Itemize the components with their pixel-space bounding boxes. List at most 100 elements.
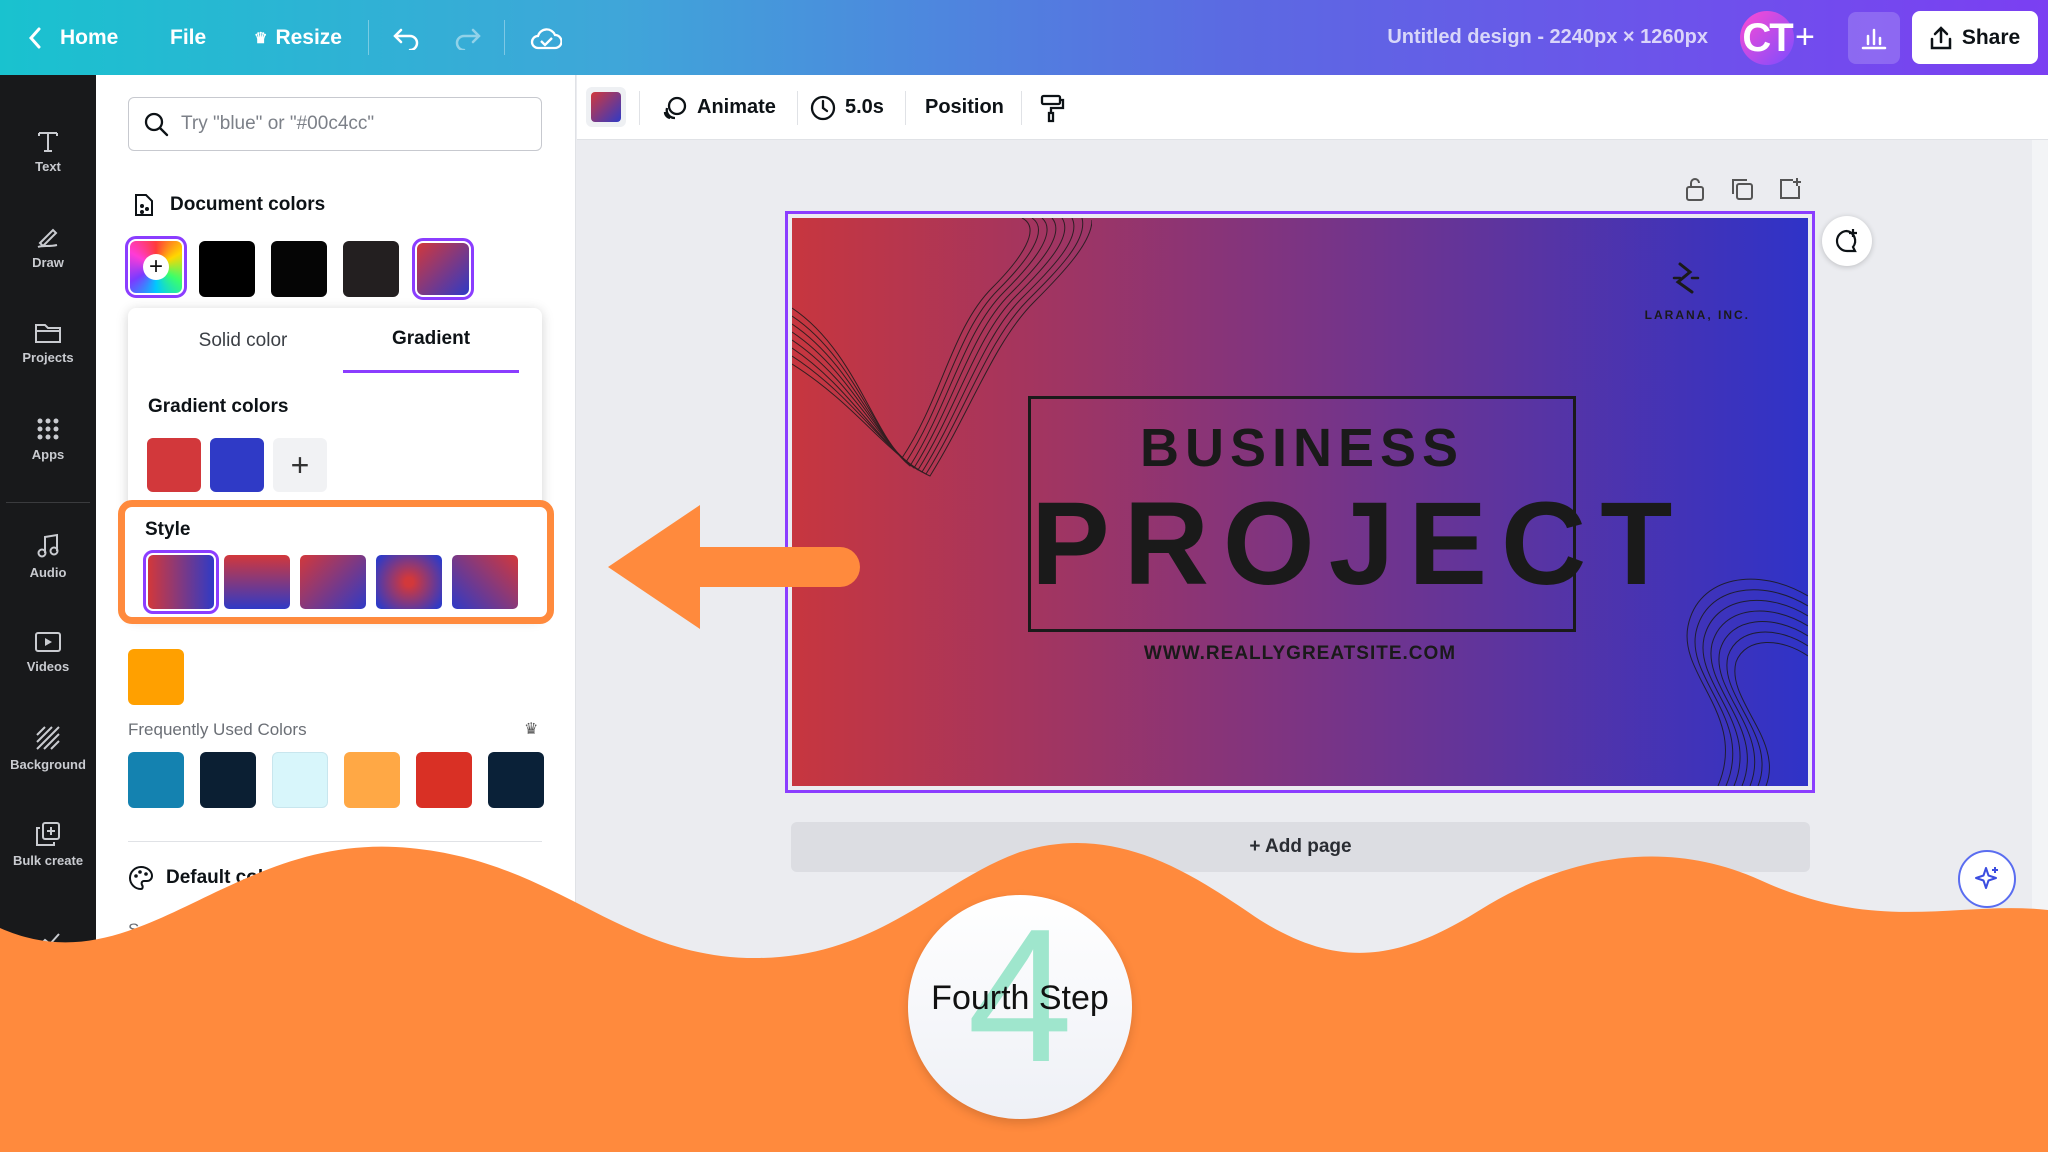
color-button[interactable]: [586, 87, 626, 127]
rail-item-label: Background: [10, 756, 86, 772]
rail-item-projects[interactable]: Projects: [0, 303, 96, 383]
save-status-button[interactable]: [530, 0, 562, 75]
tab-gradient[interactable]: Gradient: [343, 308, 519, 373]
home-button[interactable]: Home: [28, 0, 118, 75]
document-title[interactable]: Untitled design - 2240px × 1260px: [1387, 0, 1708, 75]
redo-button[interactable]: [454, 0, 482, 75]
current-color-swatch: [591, 92, 621, 122]
comment-plus-icon: [1835, 229, 1857, 253]
paint-roller-icon: [1040, 94, 1065, 122]
style-radial[interactable]: [376, 555, 442, 609]
add-comment-button[interactable]: [1822, 216, 1872, 266]
search-icon: [144, 112, 169, 137]
share-label: Share: [1961, 25, 2021, 49]
animate-button[interactable]: Animate: [661, 75, 776, 140]
rail-item-label: Audio: [29, 564, 67, 580]
add-page-icon[interactable]: [1777, 176, 1803, 202]
style-linear-horizontal[interactable]: [143, 550, 219, 614]
step-badge: 4 Fourth Step: [908, 895, 1132, 1119]
pointing-arrow: [608, 505, 860, 629]
website-url[interactable]: WWW.REALLYGREATSITE.COM: [792, 643, 1808, 665]
style-linear-diagonal[interactable]: [300, 555, 366, 609]
frequent-colors-title: Frequently Used Colors: [128, 720, 307, 739]
gradient-style-highlight: Style: [118, 500, 554, 624]
crown-icon: ♛: [254, 29, 268, 47]
frequent-color-swatch[interactable]: [344, 752, 400, 808]
bar-chart-icon: [1861, 28, 1887, 50]
duration-label: 5.0s: [845, 96, 884, 118]
design-background[interactable]: LARANA, INC. BUSINESS PROJECT WWW.REALLY…: [792, 218, 1808, 786]
copy-style-button[interactable]: [1039, 75, 1065, 140]
heading-project[interactable]: PROJECT: [1031, 485, 1672, 603]
apps-grid-icon: [37, 418, 59, 439]
divider: [504, 20, 505, 55]
company-logo-icon: [1672, 262, 1700, 294]
background-icon: [36, 725, 60, 750]
gradient-color-stop[interactable]: [147, 438, 201, 492]
frequent-color-swatch[interactable]: [128, 752, 184, 808]
avatar[interactable]: CT: [1740, 11, 1794, 65]
document-color-swatch[interactable]: [271, 241, 327, 297]
lock-icon[interactable]: [1683, 176, 1707, 202]
frequent-color-swatch[interactable]: [416, 752, 472, 808]
color-search-input[interactable]: [181, 113, 521, 135]
style-linear-reverse-diagonal[interactable]: [452, 555, 518, 609]
music-note-icon: [37, 533, 59, 557]
step-label: Fourth Step: [931, 979, 1109, 1017]
add-gradient-color-button[interactable]: +: [273, 438, 327, 492]
undo-icon: [393, 28, 419, 50]
divider: [797, 91, 798, 125]
vertical-scrollbar[interactable]: [2032, 140, 2048, 910]
style-linear-vertical[interactable]: [224, 555, 290, 609]
duration-button[interactable]: 5.0s: [809, 75, 884, 140]
add-color-button[interactable]: +: [125, 236, 187, 298]
clock-icon: [810, 95, 836, 120]
animate-label: Animate: [697, 96, 776, 118]
position-label: Position: [925, 96, 1004, 118]
rail-item-label: Videos: [26, 658, 70, 674]
file-label: File: [170, 25, 207, 49]
rail-item-audio[interactable]: Audio: [0, 516, 96, 596]
title-frame[interactable]: BUSINESS PROJECT: [1028, 396, 1672, 632]
add-collaborator-icon[interactable]: +: [1795, 18, 1815, 57]
position-button[interactable]: Position: [925, 75, 1004, 140]
home-label: Home: [60, 25, 119, 49]
rail-item-text[interactable]: Text: [0, 111, 96, 191]
frequent-color-swatch[interactable]: [488, 752, 544, 808]
rail-item-apps[interactable]: Apps: [0, 399, 96, 479]
gradient-colors-title: Gradient colors: [148, 396, 289, 417]
resize-button[interactable]: ♛ Resize: [254, 0, 342, 75]
style-title: Style: [145, 519, 191, 540]
rail-item-draw[interactable]: Draw: [0, 207, 96, 287]
document-colors-title: Document colors: [170, 194, 326, 215]
undo-button[interactable]: [392, 0, 420, 75]
document-color-swatch[interactable]: [343, 241, 399, 297]
insights-button[interactable]: [1848, 12, 1900, 64]
redo-icon: [455, 28, 481, 50]
document-color-swatch[interactable]: [199, 241, 255, 297]
rail-item-label: Projects: [22, 349, 74, 365]
rail-item-background[interactable]: Background: [0, 708, 96, 788]
page-tools: [1683, 176, 1803, 202]
duplicate-page-icon[interactable]: [1729, 176, 1755, 202]
chevron-left-icon: [28, 27, 41, 48]
crown-icon: ♛: [524, 721, 539, 738]
share-button[interactable]: Share: [1912, 11, 2038, 64]
file-menu-button[interactable]: File: [170, 0, 206, 75]
rail-item-videos[interactable]: Videos: [0, 612, 96, 692]
tab-solid-color[interactable]: Solid color: [148, 308, 338, 373]
folder-icon: [35, 323, 61, 343]
frequent-color-swatch[interactable]: [272, 752, 328, 808]
rail-item-label: Apps: [31, 446, 65, 462]
design-page[interactable]: LARANA, INC. BUSINESS PROJECT WWW.REALLY…: [785, 211, 1815, 793]
frequent-color-swatch[interactable]: [200, 752, 256, 808]
gradient-color-swatch-selected[interactable]: [412, 238, 474, 300]
heading-business[interactable]: BUSINESS: [1031, 417, 1573, 479]
cloud-check-icon: [530, 27, 562, 49]
document-colors-header: Document colors: [130, 191, 325, 219]
divider: [368, 20, 369, 55]
gradient-color-stop[interactable]: [210, 438, 264, 492]
color-search-box[interactable]: [128, 97, 542, 151]
photo-color-swatch[interactable]: [128, 649, 184, 705]
editor-toolbar: Animate 5.0s Position: [577, 75, 2048, 140]
